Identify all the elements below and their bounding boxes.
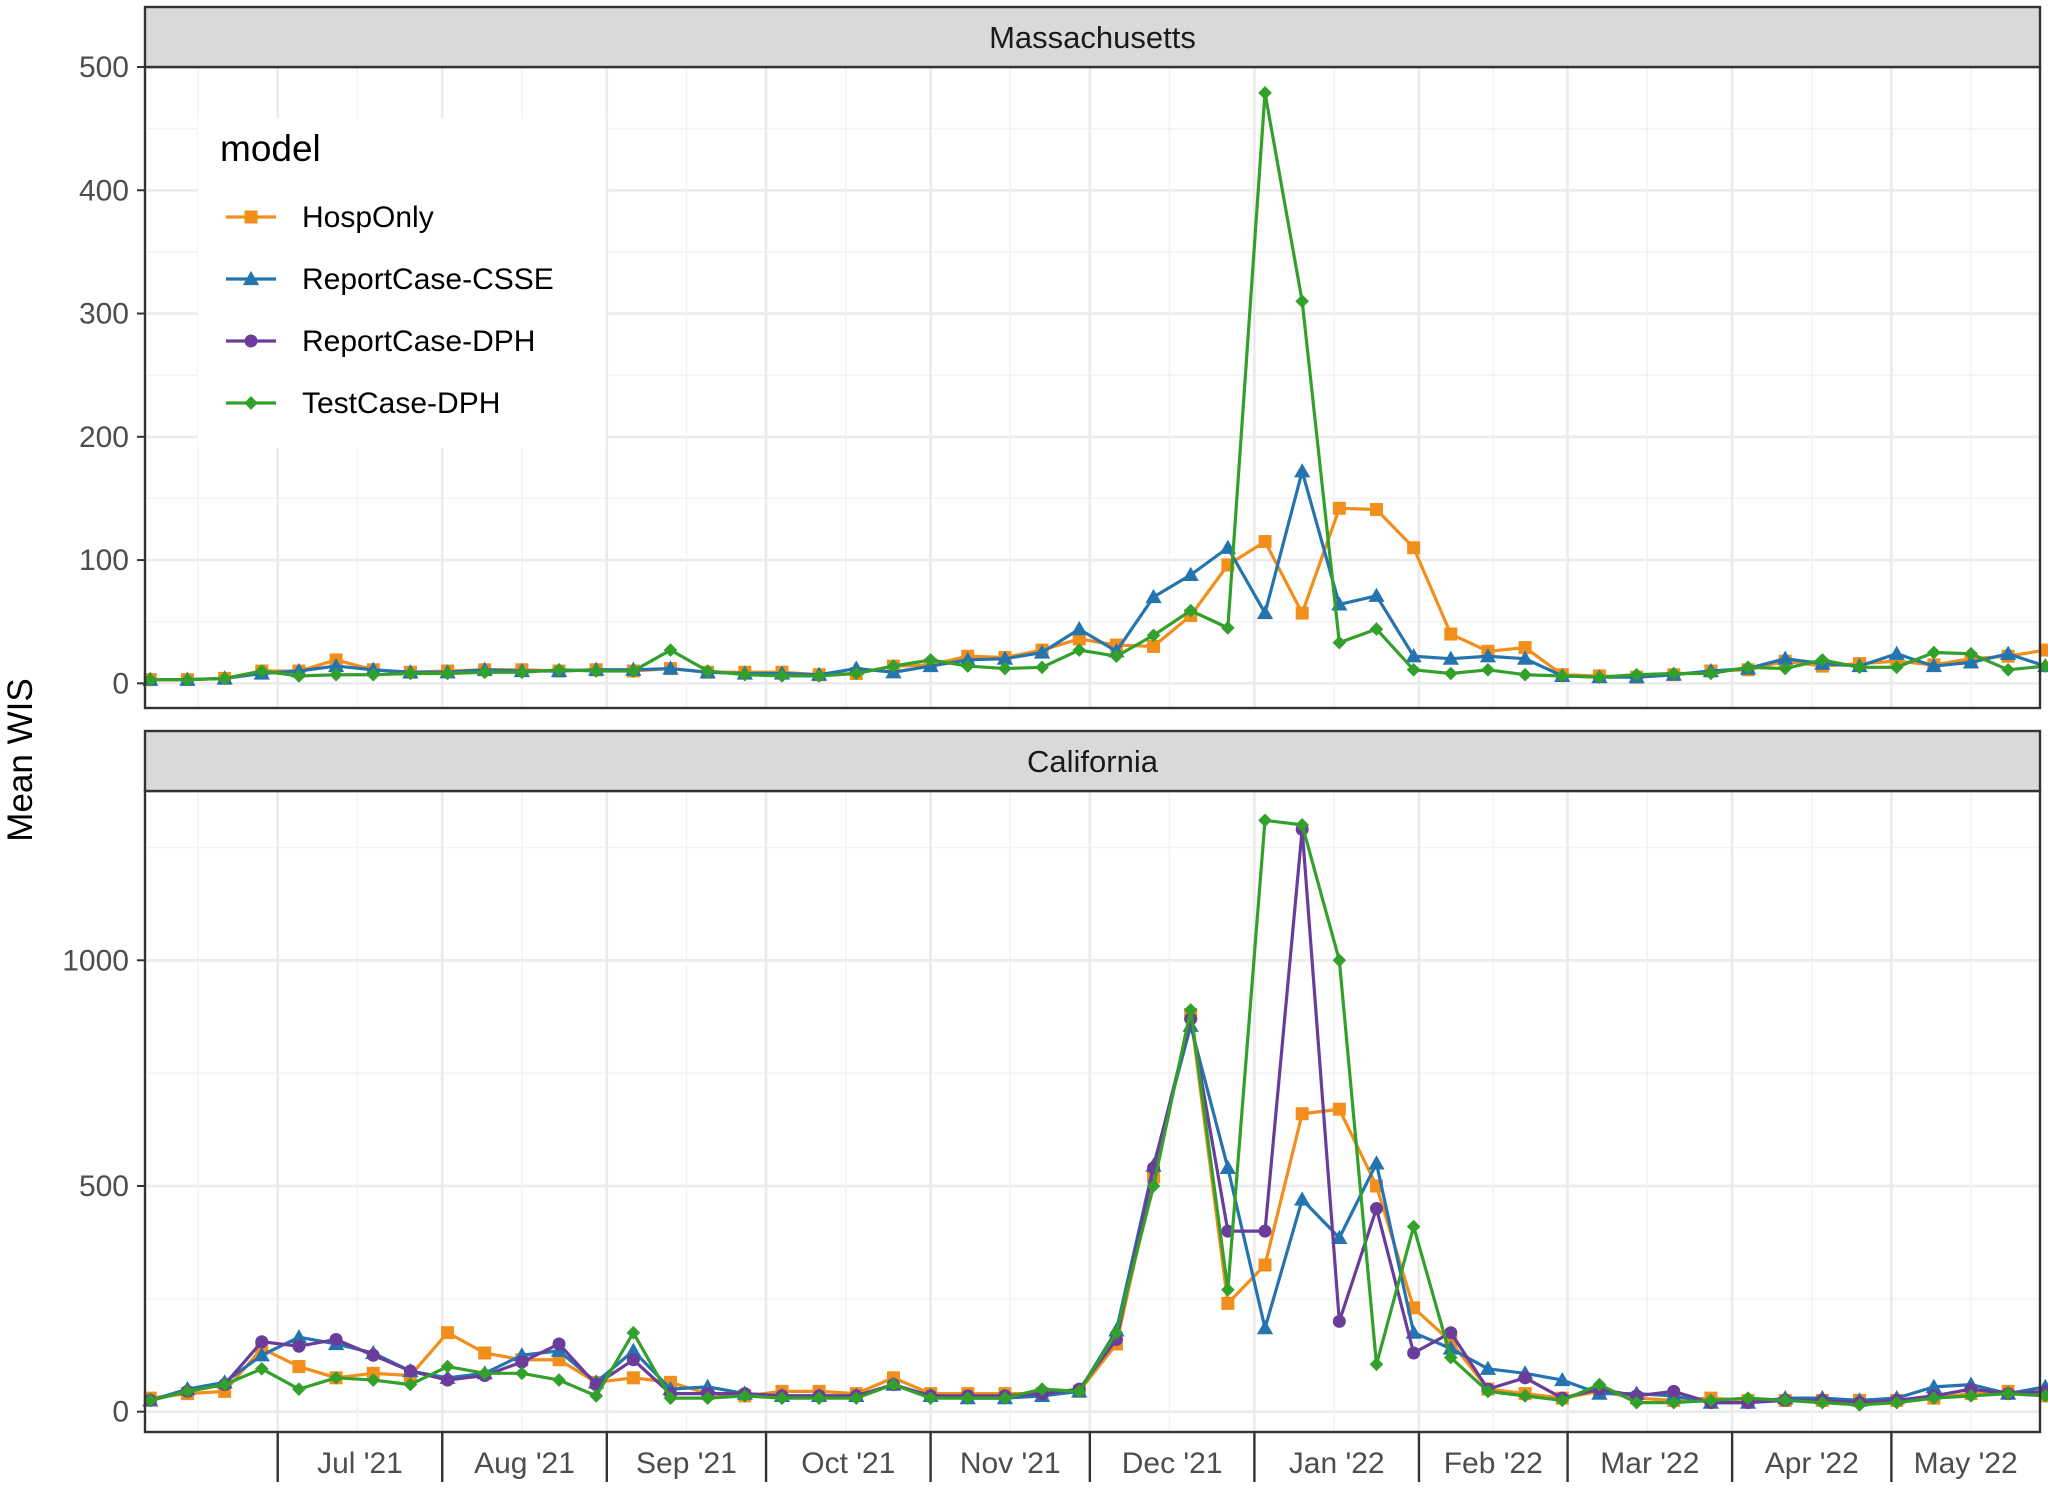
data-point-reportcase-dph	[1407, 1346, 1421, 1360]
data-point-reportcase-dph	[1369, 1202, 1383, 1216]
x-tick-label: Aug '21	[474, 1447, 575, 1480]
x-tick-label: Apr '22	[1765, 1447, 1859, 1480]
y-axis-title: Mean WIS	[1, 678, 40, 841]
data-point-hosponly	[478, 1346, 492, 1360]
x-tick-label: Mar '22	[1600, 1447, 1699, 1480]
y-tick-label: 400	[79, 174, 129, 207]
legend-title: model	[220, 128, 321, 169]
x-tick-label: Jul '21	[317, 1447, 403, 1480]
data-point-hosponly	[1258, 535, 1272, 549]
legend-key-marker	[244, 334, 258, 348]
data-point-reportcase-dph	[626, 1353, 640, 1367]
facet-strip-label: Massachusetts	[989, 20, 1196, 55]
data-point-reportcase-dph	[1518, 1371, 1532, 1385]
y-tick-label: 100	[79, 544, 129, 577]
data-point-hosponly	[441, 1326, 455, 1340]
data-point-hosponly	[1332, 501, 1346, 515]
data-point-reportcase-dph	[403, 1364, 417, 1378]
legend: model HospOnly ReportCase-CSSE ReportCase-…	[198, 118, 606, 448]
y-tick-label: 500	[79, 51, 129, 84]
x-tick-label: Nov '21	[960, 1447, 1061, 1480]
data-point-hosponly	[1444, 627, 1458, 641]
data-point-reportcase-dph	[441, 1373, 455, 1387]
data-point-reportcase-dph	[292, 1339, 306, 1353]
data-point-hosponly	[1258, 1258, 1272, 1272]
legend-key-marker	[244, 210, 258, 224]
panel-california: 0 500 1000 California	[62, 729, 2048, 1434]
x-tick-label: Jan '22	[1289, 1447, 1385, 1480]
y-tick-label: 1000	[62, 944, 129, 977]
x-tick-label: Oct '21	[801, 1447, 895, 1480]
data-point-hosponly	[1221, 1296, 1235, 1310]
y-axis-massachusetts: 0 100 200 300 400 500	[79, 51, 145, 700]
y-tick-label: 0	[112, 1396, 129, 1429]
data-point-hosponly	[1369, 503, 1383, 517]
facet-strip-label: California	[1027, 744, 1159, 779]
chart-figure: 0 100 200 300 400 500 Massachusetts 0 500 1000 Cal…	[0, 0, 2048, 1490]
data-point-hosponly	[626, 1371, 640, 1385]
data-point-reportcase-dph	[1332, 1314, 1346, 1328]
legend-label: ReportCase-DPH	[302, 325, 535, 358]
y-tick-label: 500	[79, 1170, 129, 1203]
legend-label: TestCase-DPH	[302, 387, 500, 420]
y-axis-california: 0 500 1000	[62, 944, 145, 1429]
x-tick-label: Feb '22	[1444, 1447, 1543, 1480]
panel-background	[145, 791, 2040, 1432]
x-tick-label: Sep '21	[636, 1447, 737, 1480]
data-point-hosponly	[1332, 1102, 1346, 1116]
data-point-reportcase-dph	[255, 1335, 269, 1349]
y-tick-label: 0	[112, 667, 129, 700]
chart-svg: 0 100 200 300 400 500 Massachusetts 0 500 1000 Cal…	[1, 5, 2048, 1482]
y-tick-label: 200	[79, 421, 129, 454]
x-axis: Jul '21 Aug '21 Sep '21 Oct '21 Nov '21 Dec '…	[276, 1432, 2018, 1482]
data-point-reportcase-dph	[329, 1332, 343, 1346]
data-point-hosponly	[1295, 606, 1309, 620]
data-point-hosponly	[292, 1360, 306, 1374]
x-tick-label: May '22	[1914, 1447, 2018, 1480]
data-point-reportcase-dph	[552, 1337, 566, 1351]
legend-label: ReportCase-CSSE	[302, 263, 554, 296]
x-tick-label: Dec '21	[1122, 1447, 1223, 1480]
y-tick-label: 300	[79, 298, 129, 331]
data-point-hosponly	[1407, 541, 1421, 555]
legend-label: HospOnly	[302, 201, 434, 234]
data-point-reportcase-dph	[366, 1348, 380, 1362]
data-point-reportcase-dph	[1258, 1224, 1272, 1238]
data-point-hosponly	[1295, 1107, 1309, 1121]
